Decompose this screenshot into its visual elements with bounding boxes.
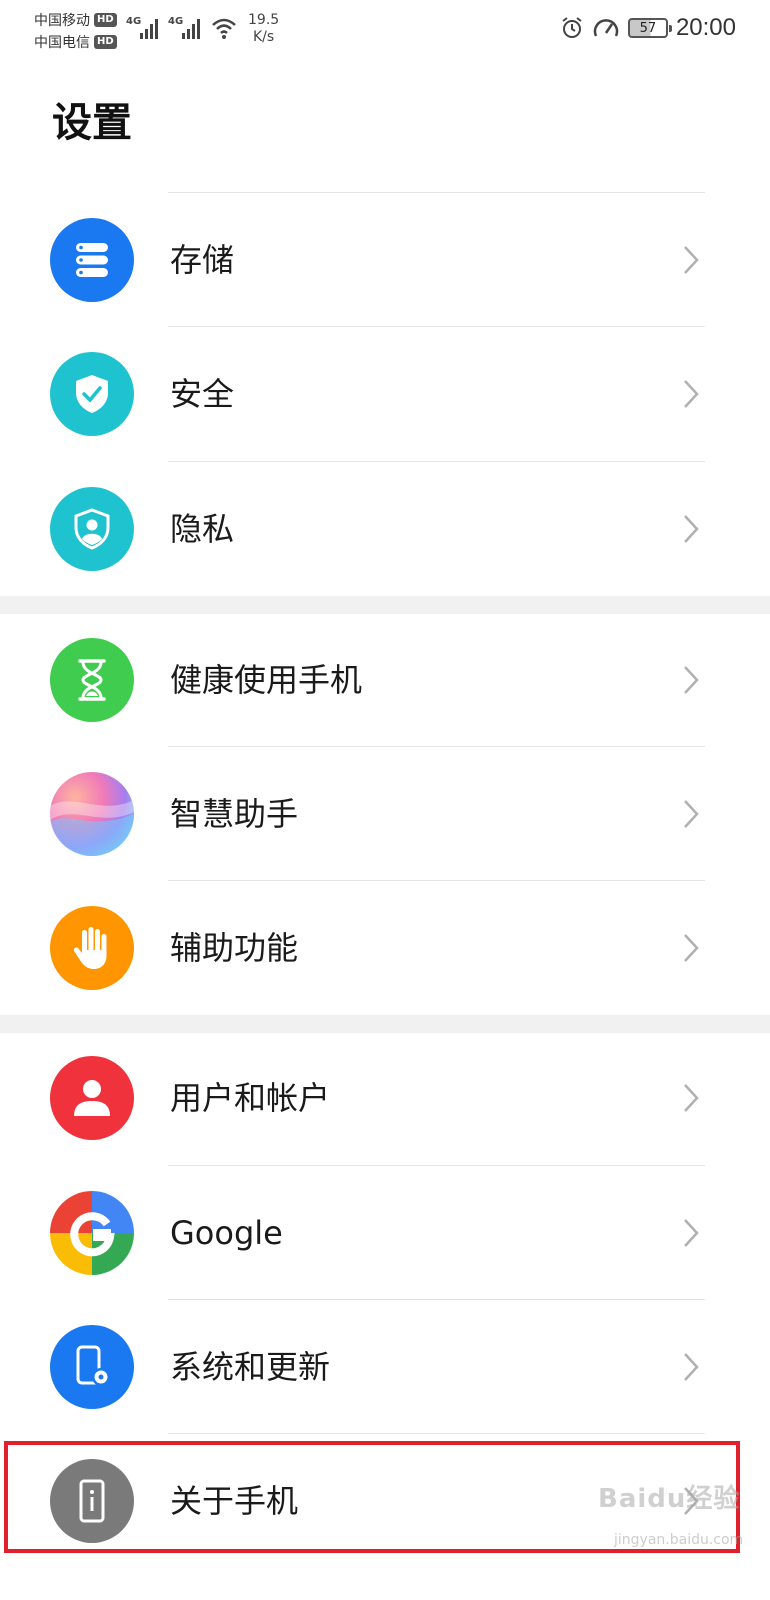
settings-item-accessibility[interactable]: 辅助功能 bbox=[0, 881, 770, 1015]
carrier-2-name: 中国电信 bbox=[34, 35, 90, 51]
shield-check-icon bbox=[50, 352, 134, 436]
settings-item-label: 隐私 bbox=[170, 510, 235, 548]
net-speed: 19.5 K/s bbox=[248, 12, 279, 46]
settings-item-label: 用户和帐户 bbox=[170, 1079, 331, 1117]
settings-item-label: 辅助功能 bbox=[170, 929, 299, 967]
settings-item-google[interactable]: Google bbox=[0, 1166, 770, 1300]
chevron-right-icon bbox=[684, 1219, 699, 1247]
privacy-shield-icon bbox=[50, 487, 134, 571]
chevron-right-icon bbox=[684, 1084, 699, 1112]
settings-item-label: 关于手机 bbox=[170, 1482, 299, 1520]
chevron-right-icon bbox=[684, 800, 699, 828]
settings-item-security[interactable]: 安全 bbox=[0, 327, 770, 461]
hand-icon bbox=[50, 906, 134, 990]
section-gap bbox=[0, 596, 770, 614]
speedometer-icon bbox=[593, 19, 619, 37]
storage-icon bbox=[50, 218, 134, 302]
battery-level: 57 bbox=[639, 20, 657, 36]
network-type-2: 4G bbox=[168, 16, 183, 27]
settings-item-digital-balance[interactable]: 健康使用手机 bbox=[0, 613, 770, 747]
chevron-right-icon bbox=[684, 246, 699, 274]
chevron-right-icon bbox=[684, 934, 699, 962]
settings-item-privacy[interactable]: 隐私 bbox=[0, 462, 770, 596]
watermark-url: jingyan.baidu.com bbox=[614, 1532, 744, 1548]
chevron-right-icon bbox=[684, 515, 699, 543]
network-type-1: 4G bbox=[126, 16, 141, 27]
settings-item-label: 安全 bbox=[170, 375, 235, 413]
signal-1-icon: 4G bbox=[126, 16, 158, 39]
phone-gear-icon bbox=[50, 1325, 134, 1409]
settings-item-storage[interactable]: 存储 bbox=[0, 193, 770, 327]
settings-item-label: 智慧助手 bbox=[170, 795, 299, 833]
hourglass-icon bbox=[50, 638, 134, 722]
settings-item-users-accounts[interactable]: 用户和帐户 bbox=[0, 1031, 770, 1165]
chevron-right-icon bbox=[684, 380, 699, 408]
chevron-right-icon bbox=[684, 1353, 699, 1381]
net-speed-value: 19.5 bbox=[248, 12, 280, 28]
hd-badge: HD bbox=[94, 35, 117, 49]
carrier-1: 中国移动 HD bbox=[34, 10, 117, 30]
status-bar: 中国移动 HD 中国电信 HD 4G 4G 19.5 K/s 57 20:00 bbox=[0, 0, 770, 62]
battery-icon: 57 bbox=[627, 18, 672, 38]
hd-badge: HD bbox=[94, 13, 117, 27]
google-icon bbox=[50, 1191, 134, 1275]
status-right: 57 20:00 bbox=[560, 14, 736, 42]
settings-item-assistant[interactable]: 智慧助手 bbox=[0, 747, 770, 881]
watermark-logo: Baidu经验 bbox=[598, 1484, 741, 1514]
page-title: 设置 bbox=[52, 100, 132, 146]
settings-item-label: 健康使用手机 bbox=[170, 661, 363, 699]
chevron-right-icon bbox=[684, 666, 699, 694]
wifi-icon bbox=[212, 18, 236, 39]
carrier-1-name: 中国移动 bbox=[34, 13, 90, 29]
assistant-icon bbox=[50, 772, 134, 856]
settings-item-label: 系统和更新 bbox=[170, 1348, 331, 1386]
settings-item-system-update[interactable]: 系统和更新 bbox=[0, 1300, 770, 1434]
settings-item-label: Google bbox=[170, 1214, 283, 1252]
user-icon bbox=[50, 1056, 134, 1140]
settings-item-label: 存储 bbox=[170, 241, 235, 279]
alarm-icon bbox=[562, 17, 582, 38]
carrier-2: 中国电信 HD bbox=[34, 32, 117, 52]
net-speed-unit: K/s bbox=[252, 29, 275, 45]
signal-2-icon: 4G bbox=[168, 16, 200, 39]
clock: 20:00 bbox=[675, 14, 736, 41]
phone-info-icon bbox=[50, 1459, 134, 1543]
